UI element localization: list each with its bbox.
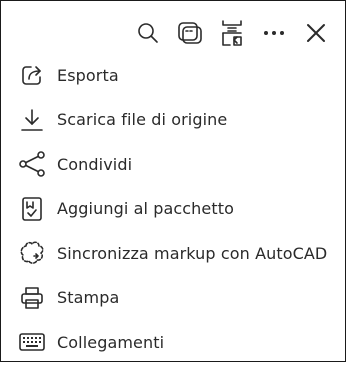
sync-markup-icon [19, 240, 45, 266]
menu-item-label: Esporta [57, 65, 119, 85]
download-icon [19, 107, 45, 133]
menu-item-share[interactable]: Condividi [1, 142, 345, 187]
close-icon [307, 24, 325, 42]
more-options-icon [264, 31, 284, 35]
menu-item-label: Aggiungi al pacchetto [57, 199, 234, 219]
actions-menu: Esporta Scarica file di origine Condivid… [1, 53, 345, 365]
print-icon [19, 285, 45, 311]
split-view-button[interactable] [217, 18, 247, 48]
layers-icon [178, 22, 202, 44]
close-button[interactable] [301, 18, 331, 48]
add-to-package-icon [19, 196, 45, 222]
menu-item-label: Collegamenti [57, 332, 165, 352]
more-options-button[interactable] [259, 18, 289, 48]
menu-item-label: Sincronizza markup con AutoCAD [57, 243, 328, 263]
menu-item-shortcuts[interactable]: Collegamenti [1, 320, 345, 365]
menu-panel: Esporta Scarica file di origine Condivid… [0, 0, 346, 362]
share-icon [19, 151, 45, 178]
menu-item-print[interactable]: Stampa [1, 276, 345, 321]
export-icon [19, 62, 45, 88]
menu-item-export[interactable]: Esporta [1, 53, 345, 98]
panel-toolbar [133, 15, 331, 51]
menu-item-sync-markup[interactable]: Sincronizza markup con AutoCAD [1, 231, 345, 276]
keyboard-icon [19, 329, 45, 355]
search-icon [138, 23, 158, 43]
menu-item-label: Stampa [57, 288, 120, 308]
menu-item-add-to-package[interactable]: Aggiungi al pacchetto [1, 187, 345, 232]
layers-button[interactable] [175, 18, 205, 48]
search-button[interactable] [133, 18, 163, 48]
menu-item-download-source[interactable]: Scarica file di origine [1, 98, 345, 143]
split-view-icon [222, 20, 242, 46]
menu-item-label: Scarica file di origine [57, 110, 228, 130]
menu-item-label: Condividi [57, 154, 133, 174]
